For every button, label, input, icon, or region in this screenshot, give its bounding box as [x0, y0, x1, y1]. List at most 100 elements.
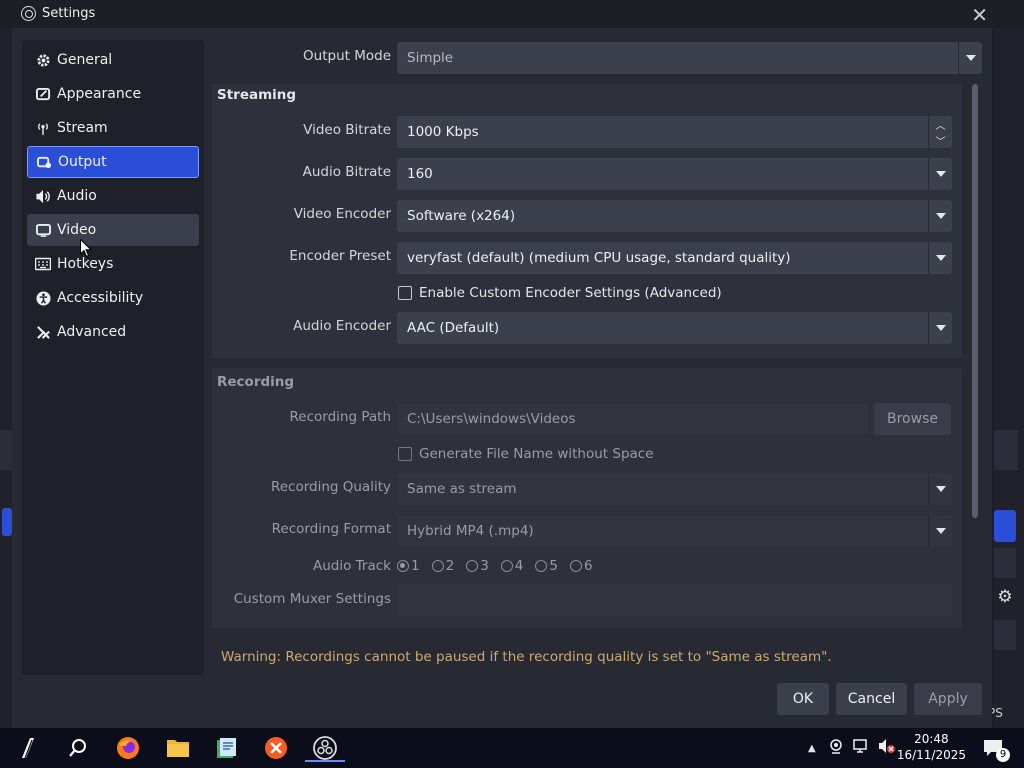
notification-badge: 9 — [996, 748, 1010, 762]
video-encoder-dropdown[interactable]: Software (x264) — [397, 200, 952, 232]
window-title: Settings — [42, 6, 96, 21]
accessibility-icon — [35, 290, 51, 306]
clock-time: 20:48 — [914, 732, 949, 746]
sidebar-item-label: Stream — [57, 120, 108, 136]
chevron-down-icon — [928, 242, 952, 274]
close-icon[interactable]: ✕ — [971, 3, 988, 27]
audio-encoder-value: AAC (Default) — [407, 320, 500, 336]
sidebar-item-output[interactable]: Output — [27, 146, 199, 178]
output-mode-label: Output Mode — [303, 48, 391, 64]
chevron-down-icon — [928, 515, 952, 547]
checkbox-box — [398, 286, 412, 300]
sidebar-item-label: Hotkeys — [57, 256, 114, 272]
recording-path-value: C:\Users\windows\Videos — [407, 411, 576, 427]
audio-encoder-dropdown[interactable]: AAC (Default) — [397, 312, 952, 344]
keyboard-icon — [35, 256, 51, 272]
file-manager-icon[interactable] — [164, 734, 192, 762]
camera-tray-icon[interactable] — [828, 738, 844, 758]
text-editor-icon[interactable] — [213, 734, 241, 762]
sidebar-item-general[interactable]: General — [27, 44, 199, 76]
notification-center-icon[interactable]: 9 — [980, 734, 1010, 762]
volume-muted-icon[interactable] — [878, 738, 896, 758]
audio-encoder-label: Audio Encoder — [293, 318, 391, 334]
custom-muxer-input[interactable] — [397, 584, 952, 616]
background-panel — [0, 430, 12, 470]
sidebar-item-hotkeys[interactable]: Hotkeys — [27, 248, 199, 280]
clock-date: 16/11/2025 — [896, 748, 966, 762]
audio-track-radio-1[interactable]: 1 — [397, 558, 420, 574]
audio-track-radio-4[interactable]: 4 — [500, 558, 523, 574]
recording-path-label: Recording Path — [289, 409, 391, 425]
encoder-preset-dropdown[interactable]: veryfast (default) (medium CPU usage, st… — [397, 242, 952, 274]
recording-title: Recording — [217, 374, 295, 390]
chevron-down-icon — [958, 42, 982, 74]
gear-icon — [35, 52, 51, 68]
output-mode-dropdown[interactable]: Simple — [397, 42, 982, 74]
background-blue-button — [994, 510, 1016, 542]
title-bar: Settings ✕ — [12, 0, 992, 28]
recording-quality-dropdown[interactable]: Same as stream — [397, 473, 952, 505]
custom-encoder-checkbox[interactable]: Enable Custom Encoder Settings (Advanced… — [398, 285, 722, 301]
obs-studio-icon[interactable] — [305, 734, 345, 762]
start-menu-icon[interactable] — [14, 734, 42, 762]
sidebar-item-stream[interactable]: Stream — [27, 112, 199, 144]
audio-track-radio-5[interactable]: 5 — [535, 558, 558, 574]
network-tray-icon[interactable] — [852, 738, 870, 758]
chevron-down-icon — [928, 312, 952, 344]
firefox-icon[interactable] — [114, 734, 142, 762]
audio-track-radio-2[interactable]: 2 — [431, 558, 454, 574]
recording-format-dropdown[interactable]: Hybrid MP4 (.mp4) — [397, 515, 952, 547]
monitor-icon — [35, 222, 51, 238]
video-bitrate-value: 1000 Kbps — [407, 124, 479, 140]
audio-track-label: Audio Track — [313, 558, 391, 574]
audio-track-radio-6[interactable]: 6 — [569, 558, 593, 574]
recording-quality-label: Recording Quality — [270, 479, 391, 495]
audio-bitrate-value: 160 — [407, 166, 433, 182]
cancel-button[interactable]: Cancel — [836, 683, 907, 715]
background-control-2 — [994, 620, 1016, 650]
spin-buttons: ︿ ﹀ — [928, 116, 952, 148]
tray-expand-icon[interactable]: ▲ — [808, 743, 816, 754]
background-panel-right — [994, 430, 1018, 470]
encoder-preset-value: veryfast (default) (medium CPU usage, st… — [407, 250, 791, 266]
chevron-down-icon — [928, 158, 952, 190]
sidebar-item-advanced[interactable]: Advanced — [27, 316, 199, 348]
chevron-down-icon — [928, 473, 952, 505]
output-icon — [36, 154, 52, 170]
custom-encoder-label: Enable Custom Encoder Settings (Advanced… — [419, 285, 722, 301]
no-space-checkbox[interactable]: Generate File Name without Space — [398, 446, 654, 462]
sidebar-item-audio[interactable]: Audio — [27, 180, 199, 212]
sidebar-item-accessibility[interactable]: Accessibility — [27, 282, 199, 314]
sidebar-item-label: Appearance — [57, 86, 142, 102]
streaming-title: Streaming — [217, 87, 297, 103]
audio-bitrate-dropdown[interactable]: 160 — [397, 158, 952, 190]
clock[interactable]: 20:48 16/11/2025 — [897, 731, 966, 763]
recording-path-input[interactable]: C:\Users\windows\Videos — [397, 403, 868, 435]
chevron-down-icon — [928, 200, 952, 232]
sidebar-item-appearance[interactable]: Appearance — [27, 78, 199, 110]
video-bitrate-label: Video Bitrate — [303, 122, 391, 138]
obs-logo-icon — [21, 6, 36, 21]
sidebar-item-label: Video — [57, 222, 97, 238]
audio-track-radio-3[interactable]: 3 — [466, 558, 489, 574]
xampp-icon[interactable] — [262, 734, 290, 762]
sidebar-item-video[interactable]: Video — [27, 214, 199, 246]
video-bitrate-spinbox[interactable]: 1000 Kbps ︿ ﹀ — [397, 116, 952, 148]
background-button — [2, 508, 12, 536]
system-tray: ▲ — [808, 728, 896, 768]
warning-message: Warning: Recordings cannot be paused if … — [221, 649, 832, 665]
spin-down-icon[interactable]: ﹀ — [929, 132, 952, 148]
search-icon[interactable] — [64, 734, 92, 762]
recording-quality-value: Same as stream — [407, 481, 517, 497]
vertical-scrollbar[interactable] — [972, 84, 978, 518]
browse-button[interactable]: Browse — [874, 403, 951, 435]
spin-up-icon[interactable]: ︿ — [929, 116, 952, 132]
apply-button[interactable]: Apply — [914, 683, 982, 715]
recording-format-value: Hybrid MP4 (.mp4) — [407, 523, 534, 539]
ok-button[interactable]: OK — [777, 683, 829, 715]
sidebar-item-label: Accessibility — [57, 290, 144, 306]
audio-bitrate-label: Audio Bitrate — [302, 164, 391, 180]
no-space-label: Generate File Name without Space — [419, 446, 654, 462]
taskbar: ▲ 20:48 16/11/2025 9 — [0, 728, 1024, 768]
sidebar-item-label: Output — [58, 154, 107, 170]
